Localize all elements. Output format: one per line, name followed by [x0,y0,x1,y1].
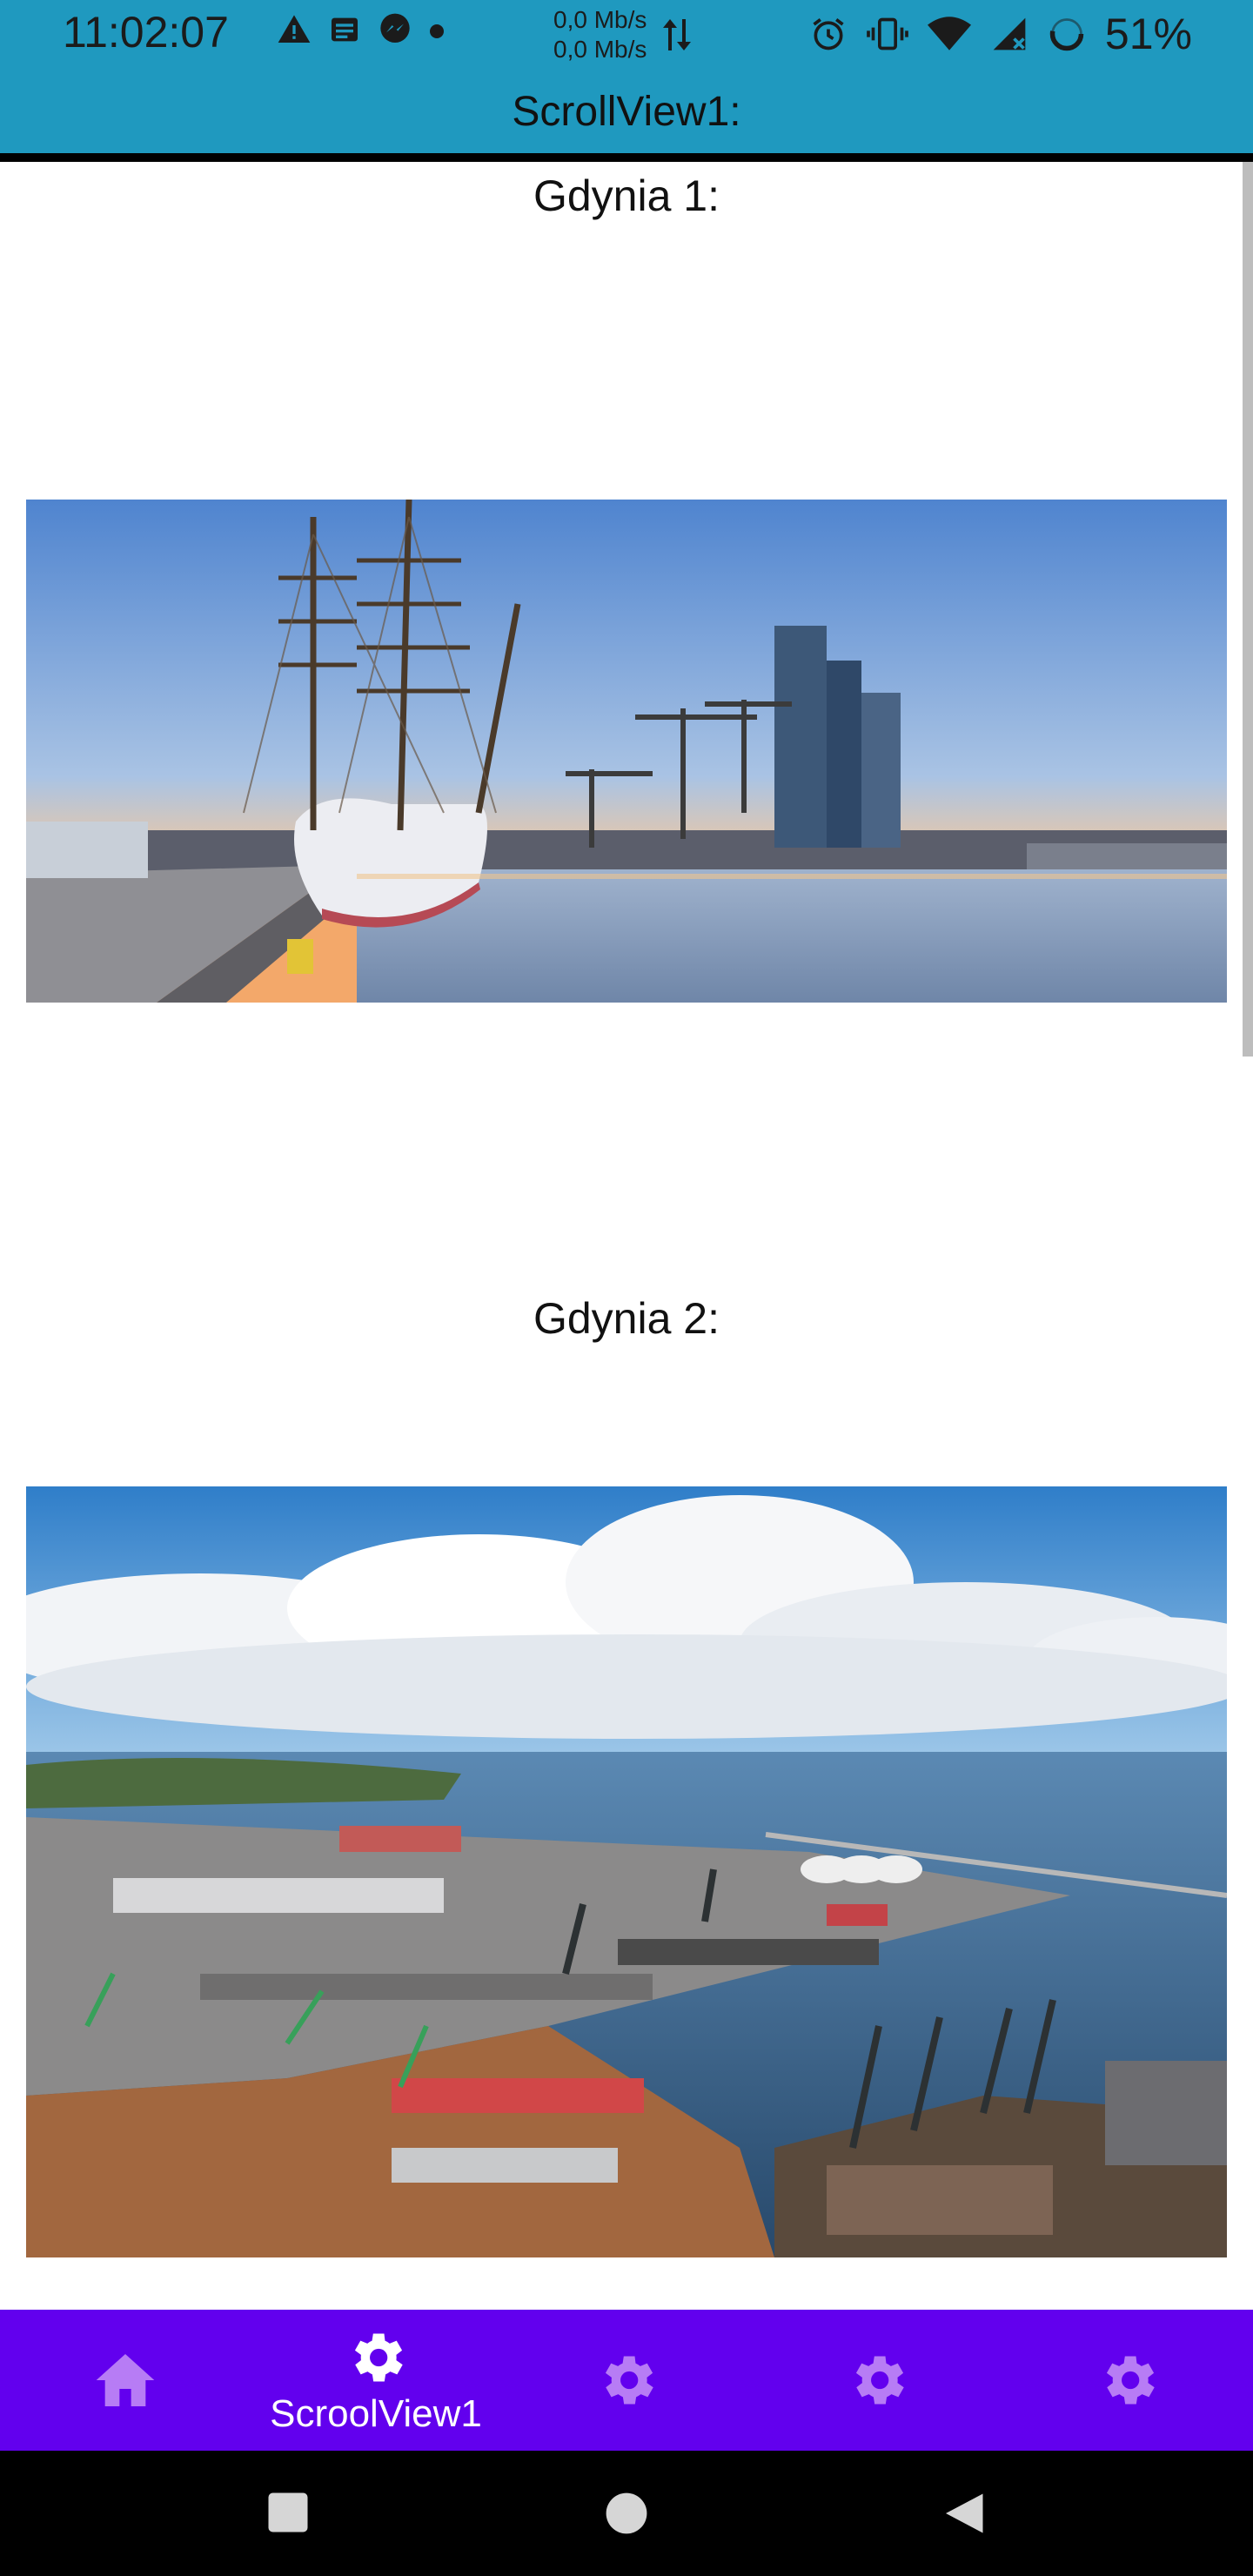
speed-up: 0,0 Mb/s [553,6,647,33]
gear-icon [605,2356,653,2405]
battery-percent: 51% [1104,10,1192,58]
bottom-navigation: ScroolView1 [0,2310,1253,2451]
messenger-icon [380,13,410,43]
data-arrows-icon [663,19,691,50]
gear-icon [354,2333,403,2382]
speed-down: 0,0 Mb/s [553,36,647,63]
scrollbar[interactable] [1243,162,1253,1057]
app-bar: ScrollView1: [0,70,1253,153]
app-bar-divider [0,153,1253,162]
signal-icon [993,17,1026,50]
recents-button-icon[interactable] [266,2491,310,2534]
nav-item-5[interactable] [1002,2310,1253,2451]
dot-icon [430,24,444,38]
vibrate-icon [867,17,908,50]
home-icon [96,2354,155,2406]
status-bar: 11:02:07 0,0 Mb/s 0,0 Mb/s 51% [0,0,1253,70]
gear-icon [1106,2356,1155,2405]
scroll-view[interactable]: Gdynia 1: Gdynia 2: [0,162,1253,2310]
nav-item-home[interactable] [0,2310,251,2451]
nav-item-3[interactable] [501,2310,752,2451]
system-status-icons: 51% [809,9,1192,59]
home-button-icon[interactable] [604,2491,649,2536]
network-speed: 0,0 Mb/s 0,0 Mb/s [553,5,647,64]
notification-icons [277,12,446,47]
alarm-icon [813,18,844,50]
nav-label-scrollview1: ScroolView1 [270,2392,482,2435]
page-title: ScrollView1: [512,88,741,135]
nav-item-scrollview1[interactable]: ScroolView1 [251,2310,501,2451]
status-time: 11:02:07 [63,8,229,57]
section-title-gdynia-1: Gdynia 1: [533,171,720,220]
gear-icon [855,2356,904,2405]
wifi-icon [927,17,971,50]
gdynia-1-photo [26,500,1227,1003]
nav-item-4[interactable] [752,2310,1002,2451]
gdynia-2-photo [26,1486,1227,2257]
news-icon [332,17,358,42]
warning-icon [278,15,311,43]
section-title-gdynia-2: Gdynia 2: [533,1294,720,1343]
battery-icon [1049,17,1084,51]
back-button-icon[interactable] [941,2491,985,2536]
system-navigation-bar [0,2451,1253,2576]
